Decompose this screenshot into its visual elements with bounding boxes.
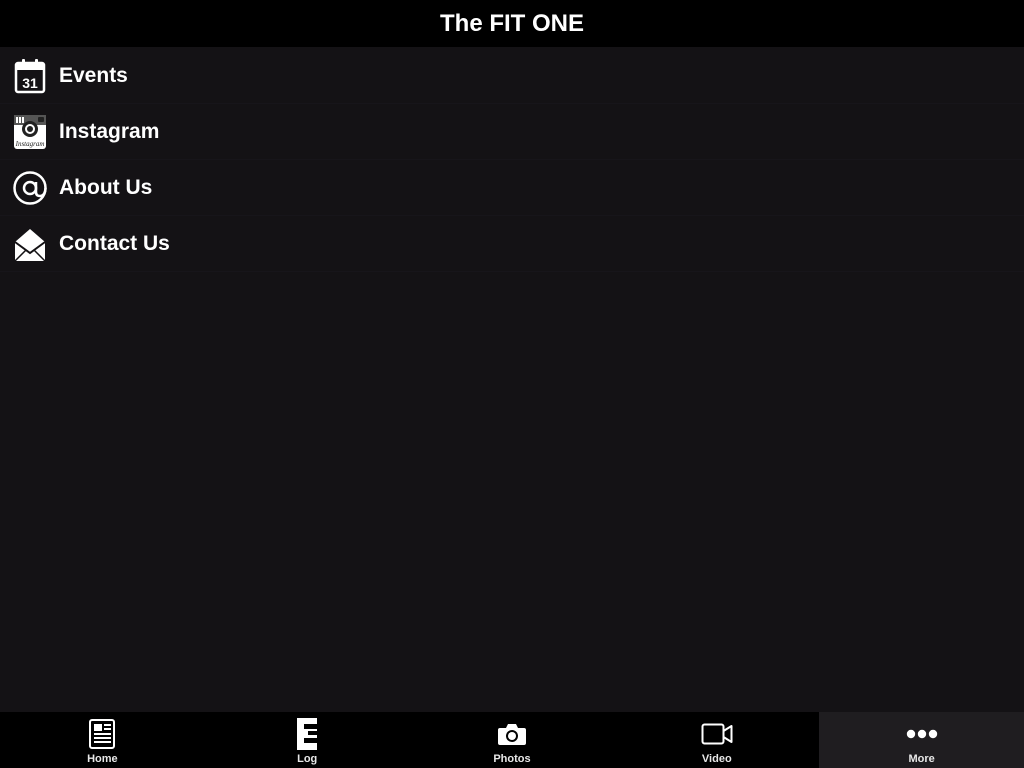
more-dots-icon [905, 717, 939, 751]
tab-photos[interactable]: Photos [410, 712, 615, 768]
video-camera-icon [700, 717, 734, 751]
menu-item-instagram[interactable]: Instagram Instagram [0, 104, 1024, 160]
menu-label-about-us: About Us [59, 175, 153, 199]
instagram-icon: Instagram [12, 114, 48, 150]
tab-more[interactable]: More [819, 712, 1024, 768]
app-window: The FIT ONE 31 Events Instagram Instagra… [0, 0, 1024, 768]
tab-label-home: Home [87, 753, 118, 765]
tab-home[interactable]: Home [0, 712, 205, 768]
newspaper-icon [85, 717, 119, 751]
calendar-day-number: 31 [22, 75, 38, 91]
instagram-icon-wordmark: Instagram [15, 140, 45, 148]
tab-label-photos: Photos [493, 753, 531, 765]
tab-log[interactable]: Log [205, 712, 410, 768]
calendar-icon: 31 [12, 58, 48, 94]
menu-label-instagram: Instagram [59, 119, 160, 143]
menu-list: 31 Events Instagram Instagram About Us C… [0, 48, 1024, 272]
menu-item-events[interactable]: 31 Events [0, 48, 1024, 104]
header-bar: The FIT ONE [0, 0, 1024, 47]
tab-label-log: Log [297, 753, 318, 765]
menu-label-contact-us: Contact Us [59, 231, 170, 255]
page-title: The FIT ONE [440, 9, 584, 37]
camera-icon [495, 717, 529, 751]
menu-label-events: Events [59, 63, 128, 87]
tab-label-video: Video [701, 753, 732, 765]
bottom-tab-bar: Home Log Photos Video More [0, 712, 1024, 768]
menu-item-about-us[interactable]: About Us [0, 160, 1024, 216]
envelope-icon [12, 226, 48, 262]
tab-video[interactable]: Video [614, 712, 819, 768]
tab-label-more: More [908, 753, 935, 765]
at-sign-icon [12, 170, 48, 206]
blog-e-icon [290, 717, 324, 751]
menu-item-contact-us[interactable]: Contact Us [0, 216, 1024, 272]
